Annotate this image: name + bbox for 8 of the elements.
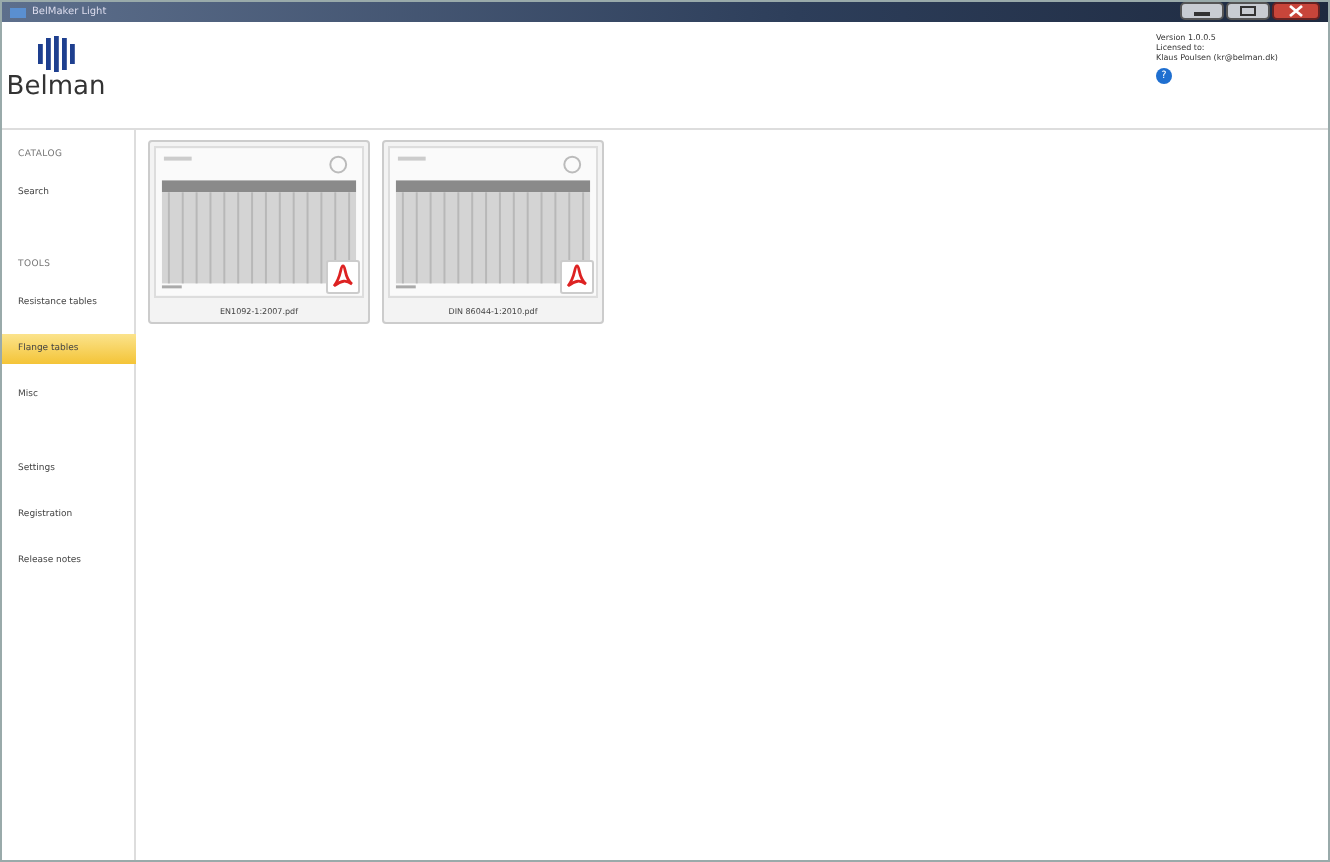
close-icon[interactable] — [1272, 2, 1320, 20]
minimize-icon[interactable] — [1180, 2, 1224, 20]
logo-icon — [36, 36, 76, 72]
logo-text: Belman — [6, 74, 106, 100]
pdf-icon — [560, 260, 594, 294]
app-icon — [10, 7, 26, 17]
maximize-icon[interactable] — [1226, 2, 1270, 20]
pdf-icon — [326, 260, 360, 294]
